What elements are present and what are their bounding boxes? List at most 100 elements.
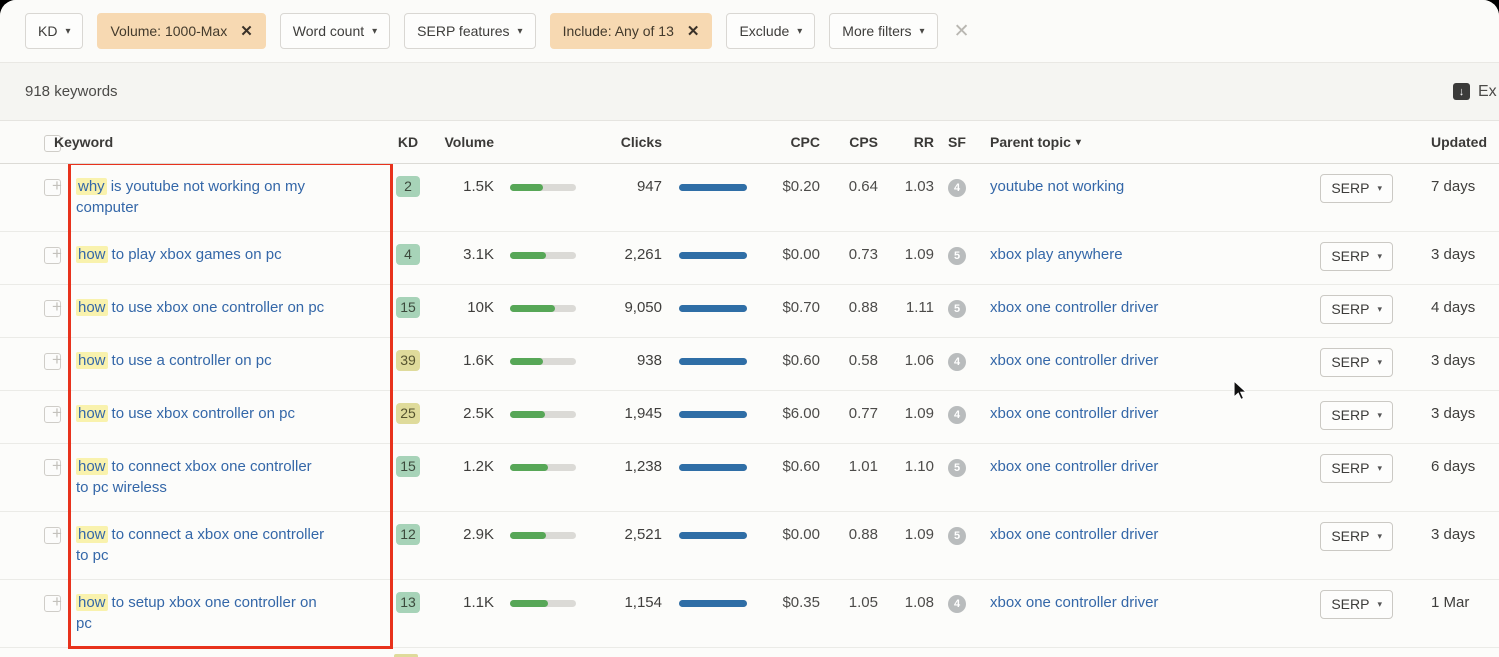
rr-value: 1.10 <box>878 456 934 477</box>
cpc-value: $0.00 <box>764 524 820 545</box>
clicks-value: 2,261 <box>592 244 662 265</box>
serp-dropdown-button[interactable]: SERP ▾ <box>1320 590 1393 619</box>
add-to-list-icon[interactable]: + <box>48 524 76 544</box>
col-header-cps[interactable]: CPS <box>820 134 878 150</box>
volume-bar <box>510 305 576 312</box>
col-header-parent-topic[interactable]: Parent topic ▾ <box>980 134 1305 150</box>
volume-bar <box>510 411 576 418</box>
serp-dropdown-button[interactable]: SERP ▾ <box>1320 348 1393 377</box>
serp-dropdown-button[interactable]: SERP ▾ <box>1320 295 1393 324</box>
keyword-highlight: why <box>76 178 107 195</box>
cps-value: 0.58 <box>820 350 878 371</box>
col-header-kd[interactable]: KD <box>388 134 428 150</box>
keyword-link[interactable]: howto use xbox controller on pc <box>76 403 328 424</box>
keyword-link[interactable]: howto setup xbox one controller on pc <box>76 592 328 634</box>
add-to-list-icon[interactable]: + <box>48 456 76 476</box>
clicks-value: 2,521 <box>592 524 662 545</box>
kd-badge: 2 <box>396 176 420 197</box>
filter-chip[interactable]: Exclude ▾ <box>726 13 815 49</box>
filter-chip-label: KD <box>38 23 57 39</box>
kd-badge: 25 <box>396 403 420 424</box>
serp-features-badge: 4 <box>948 353 966 371</box>
clicks-bar <box>679 600 747 607</box>
filter-chip[interactable]: Volume: 1000-Max ✕ <box>97 13 265 49</box>
keyword-link[interactable]: howto play xbox games on pc <box>76 244 328 265</box>
parent-topic-link[interactable]: youtube not working <box>990 176 1124 197</box>
clicks-value: 9,050 <box>592 297 662 318</box>
updated-value: 3 days <box>1395 524 1499 545</box>
parent-topic-link[interactable]: xbox play anywhere <box>990 244 1123 265</box>
volume-bar <box>510 252 576 259</box>
serp-dropdown-button[interactable]: SERP ▾ <box>1320 174 1393 203</box>
volume-bar <box>510 184 576 191</box>
chevron-down-icon: ▾ <box>1377 352 1382 373</box>
remove-filter-icon[interactable]: ✕ <box>687 22 700 40</box>
kd-badge: 15 <box>396 297 420 318</box>
keywords-explorer-app: KD ▾ Volume: 1000-Max ✕ Word count ▾ SER… <box>0 0 1499 657</box>
col-header-cpc[interactable]: CPC <box>764 134 820 150</box>
serp-features-badge: 4 <box>948 179 966 197</box>
table-row: + whyis youtube not working on my comput… <box>0 164 1499 232</box>
serp-dropdown-button[interactable]: SERP ▾ <box>1320 522 1393 551</box>
filter-chip[interactable]: KD ▾ <box>25 13 83 49</box>
col-header-clicks[interactable]: Clicks <box>592 134 662 150</box>
add-to-list-icon[interactable]: + <box>48 350 76 370</box>
chevron-down-icon: ▾ <box>65 26 70 37</box>
volume-value: 2.5K <box>428 403 494 424</box>
parent-topic-link[interactable]: xbox one controller driver <box>990 350 1158 371</box>
updated-value: 3 days <box>1395 403 1499 424</box>
chevron-down-icon: ▾ <box>1377 299 1382 320</box>
keyword-highlight: how <box>76 594 108 611</box>
parent-topic-link[interactable]: xbox one controller driver <box>990 456 1158 477</box>
add-to-list-icon[interactable]: + <box>48 176 76 196</box>
parent-topic-link[interactable]: xbox one controller driver <box>990 403 1158 424</box>
keyword-link[interactable]: howto connect xbox one controller to pc … <box>76 456 328 498</box>
filter-chip-label: Volume: 1000-Max <box>110 23 227 39</box>
cpc-value: $0.60 <box>764 456 820 477</box>
filter-chip[interactable]: Word count ▾ <box>280 13 390 49</box>
filter-chip-label: Exclude <box>739 23 789 39</box>
table-header: Keyword KD Volume Clicks CPC CPS RR SF P… <box>0 121 1499 164</box>
add-to-list-icon[interactable]: + <box>48 244 76 264</box>
clicks-value: 947 <box>592 176 662 197</box>
add-to-list-icon[interactable]: + <box>48 403 76 423</box>
table-row: + howto connect a xbox one controller to… <box>0 512 1499 580</box>
keyword-link[interactable]: howto use xbox one controller on pc <box>76 297 328 318</box>
rr-value: 1.09 <box>878 524 934 545</box>
updated-value: 3 days <box>1395 350 1499 371</box>
parent-topic-link[interactable]: xbox one controller driver <box>990 524 1158 545</box>
filter-chip-label: Word count <box>293 23 364 39</box>
filter-chip[interactable]: More filters ▾ <box>829 13 937 49</box>
chevron-down-icon: ▾ <box>797 26 802 37</box>
filter-chip-label: SERP features <box>417 23 509 39</box>
col-header-volume[interactable]: Volume <box>428 134 494 150</box>
clicks-bar <box>679 532 747 539</box>
parent-topic-link[interactable]: xbox one controller driver <box>990 592 1158 613</box>
keyword-link[interactable]: howto connect a xbox one controller to p… <box>76 524 328 566</box>
chevron-down-icon: ▾ <box>1377 458 1382 479</box>
col-header-updated[interactable]: Updated <box>1395 134 1499 150</box>
cpc-value: $0.70 <box>764 297 820 318</box>
remove-filter-icon[interactable]: ✕ <box>240 22 253 40</box>
add-to-list-icon[interactable]: + <box>48 297 76 317</box>
serp-dropdown-button[interactable]: SERP ▾ <box>1320 242 1393 271</box>
clicks-bar <box>679 358 747 365</box>
add-to-list-icon[interactable]: + <box>48 592 76 612</box>
filter-chip[interactable]: SERP features ▾ <box>404 13 535 49</box>
serp-dropdown-button[interactable]: SERP ▾ <box>1320 401 1393 430</box>
col-header-sf[interactable]: SF <box>934 134 980 150</box>
export-button[interactable]: ↓ Ex <box>1453 83 1497 101</box>
keyword-link[interactable]: whyis youtube not working on my computer <box>76 176 328 218</box>
serp-dropdown-button[interactable]: SERP ▾ <box>1320 454 1393 483</box>
col-header-keyword[interactable]: Keyword <box>48 134 388 150</box>
keyword-link[interactable]: howto use a controller on pc <box>76 350 328 371</box>
col-header-rr[interactable]: RR <box>878 134 934 150</box>
filter-chip[interactable]: Include: Any of 13 ✕ <box>550 13 713 49</box>
volume-value: 2.9K <box>428 524 494 545</box>
keyword-highlight: how <box>76 526 108 543</box>
sort-caret-icon: ▾ <box>1076 137 1081 148</box>
rr-value: 1.11 <box>878 297 934 318</box>
clear-all-filters-icon[interactable]: ✕ <box>954 20 970 43</box>
parent-topic-link[interactable]: xbox one controller driver <box>990 297 1158 318</box>
table-row: + howto setup xbox one controller on pc … <box>0 580 1499 648</box>
